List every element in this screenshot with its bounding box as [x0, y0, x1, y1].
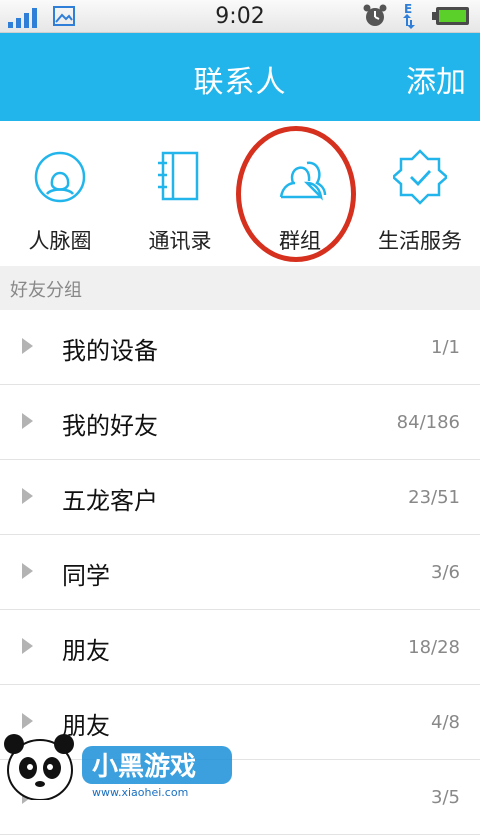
- group-count: 1/1: [431, 337, 460, 358]
- quick-entry-label: 生活服务: [378, 229, 462, 253]
- svg-text:www.xiaohei.com: www.xiaohei.com: [92, 786, 188, 799]
- expand-arrow-icon: [22, 638, 33, 654]
- group-row[interactable]: 我的好友 84/186: [0, 385, 480, 460]
- svg-text:E: E: [404, 2, 412, 16]
- quick-entry-label: 通讯录: [148, 229, 212, 253]
- group-name: 我的好友: [62, 412, 158, 440]
- group-count: 18/28: [408, 637, 460, 658]
- group-count: 3/6: [431, 562, 460, 583]
- expand-arrow-icon: [22, 563, 33, 579]
- contacts-book-icon: [158, 151, 199, 201]
- highlight-annotation-circle: [236, 126, 356, 262]
- section-header: 好友分组: [0, 266, 480, 310]
- quick-entry-services[interactable]: 生活服务: [360, 121, 480, 266]
- svg-text:小黑游戏: 小黑游戏: [92, 752, 196, 782]
- person-circle-icon: [34, 151, 86, 203]
- title-bar: 联系人 添加: [0, 33, 480, 121]
- alarm-clock-icon: [363, 4, 387, 26]
- group-row[interactable]: 朋友 18/28: [0, 610, 480, 685]
- group-name: 朋友: [62, 637, 110, 665]
- group-count: 3/5: [431, 787, 460, 808]
- quick-entry-label: 人脉圈: [28, 229, 92, 253]
- group-name: 我的设备: [62, 337, 158, 365]
- service-badge-icon: [393, 149, 447, 205]
- data-transfer-icon: E: [403, 2, 415, 29]
- quick-entry-contacts[interactable]: 通讯录: [120, 121, 240, 266]
- brand-wordmark: 小黑游戏 www.xiaohei.com: [82, 746, 232, 799]
- group-row[interactable]: 我的设备 1/1: [0, 310, 480, 385]
- expand-arrow-icon: [22, 488, 33, 504]
- group-row[interactable]: 同学 3/6: [0, 535, 480, 610]
- expand-arrow-icon: [22, 338, 33, 354]
- group-name: 同学: [62, 562, 110, 590]
- status-bar: 9:02 E: [0, 0, 480, 33]
- group-count: 4/8: [431, 712, 460, 733]
- quick-entry-network[interactable]: 人脉圈: [0, 121, 120, 266]
- group-name: 五龙客户: [62, 487, 158, 515]
- battery-icon: [432, 7, 469, 25]
- group-count: 23/51: [408, 487, 460, 508]
- panda-mascot-icon: [4, 734, 74, 800]
- group-row[interactable]: 五龙客户 23/51: [0, 460, 480, 535]
- add-button[interactable]: 添加: [406, 57, 466, 101]
- expand-arrow-icon: [22, 413, 33, 429]
- watermark-logo: 小黑游戏 www.xiaohei.com: [4, 734, 232, 800]
- group-count: 84/186: [396, 412, 460, 433]
- section-label: 好友分组: [10, 280, 82, 301]
